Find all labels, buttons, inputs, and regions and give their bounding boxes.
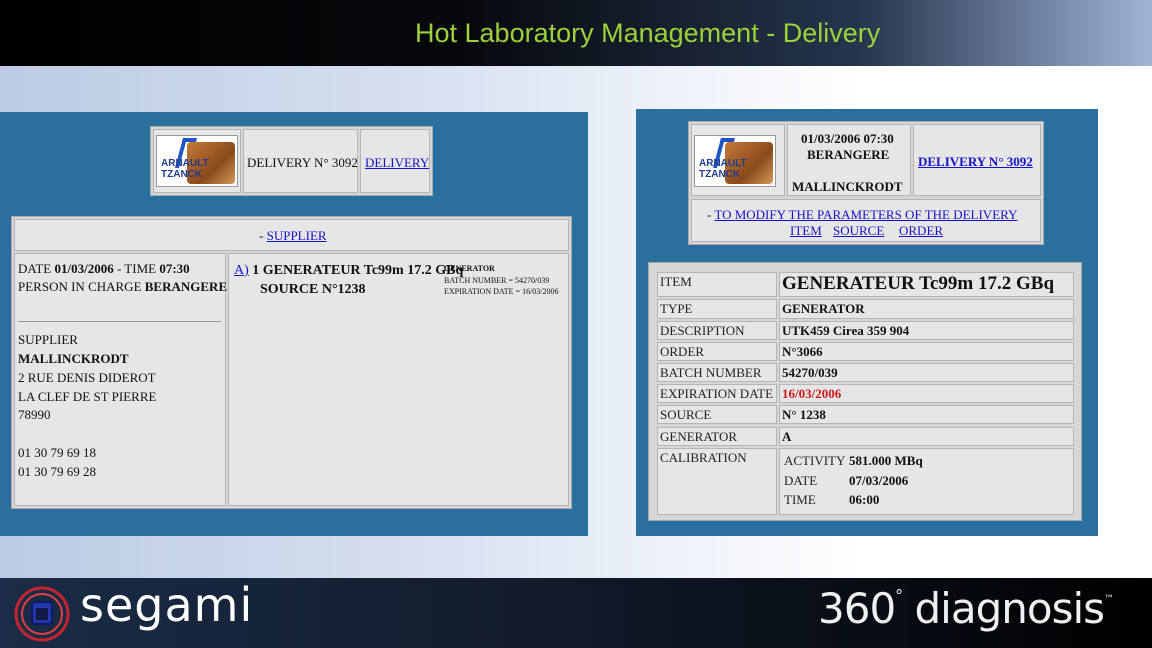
detail-label: SOURCE xyxy=(660,407,712,422)
detail-label: CALIBRATION xyxy=(660,450,747,465)
segami-brand-text: segami xyxy=(80,578,254,632)
supplier-address-1: 2 RUE DENIS DIDEROT xyxy=(18,370,156,385)
item-type-tag: GENERATOR xyxy=(444,264,495,273)
segami-logo-icon xyxy=(14,586,70,642)
detail-label: ITEM xyxy=(660,274,692,289)
supplier-bar-text: - SUPPLIER xyxy=(259,228,327,243)
logo-text-line1: ARNAULT xyxy=(699,158,747,169)
detail-value-cell xyxy=(779,427,1074,446)
modify-bar-text: - TO MODIFY THE PARAMETERS OF THE DELIVE… xyxy=(707,207,1018,222)
supplier-label: SUPPLIER xyxy=(18,332,78,347)
supplier-phone-1: 01 30 79 69 18 xyxy=(18,445,96,460)
calibration-time-value: 06:00 xyxy=(849,492,880,507)
supplier-name: MALLINCKRODT xyxy=(18,351,129,366)
supplier-address-2: LA CLEF DE ST PIERRE xyxy=(18,389,157,404)
page-title: Hot Laboratory Management - Delivery xyxy=(415,18,881,48)
delivery-number: DELIVERY N° 3092 xyxy=(247,155,358,170)
detail-value: 16/03/2006 xyxy=(782,386,842,401)
delivery-link[interactable]: DELIVERY xyxy=(365,154,429,171)
item-batch-number: BATCH NUMBER = 54270/039 xyxy=(444,276,550,285)
arnault-tzanck-logo: ARNAULT TZANCK xyxy=(156,135,238,187)
item-expiration: EXPIRATION DATE = 16/03/2006 xyxy=(444,287,559,296)
item-a-link[interactable]: A) xyxy=(234,263,249,278)
detail-value: N° 1238 xyxy=(782,407,826,422)
delivery-date-time: DATE 01/03/2006 - TIME 07:30 xyxy=(18,261,190,276)
detail-value: A xyxy=(782,429,792,444)
right-delivery-link[interactable]: DELIVERY N° 3092 xyxy=(918,153,1033,170)
delivery-person: BERANGERE xyxy=(807,147,890,162)
calibration-time-label: TIME xyxy=(784,492,816,507)
detail-value: GENERATOR xyxy=(782,301,865,316)
supplier-link[interactable]: SUPPLIER xyxy=(267,228,327,243)
detail-value: N°3066 xyxy=(782,344,823,359)
detail-label: ORDER xyxy=(660,344,705,359)
detail-value-cell xyxy=(779,342,1074,361)
supplier-zip: 78990 xyxy=(18,407,51,422)
detail-label: DESCRIPTION xyxy=(660,323,745,338)
detail-value: GENERATEUR Tc99m 17.2 GBq xyxy=(782,273,1055,294)
logo-text-line2: TZANCK xyxy=(161,169,203,180)
supplier-phone-2: 01 30 79 69 28 xyxy=(18,464,96,479)
person-in-charge: PERSON IN CHARGE BERANGERE xyxy=(18,279,228,294)
detail-label: TYPE xyxy=(660,301,693,316)
item-source: SOURCE N°1238 xyxy=(260,282,366,297)
arnault-tzanck-logo-right: ARNAULT TZANCK xyxy=(694,135,776,187)
detail-value: 54270/039 xyxy=(782,365,838,380)
diagnosis-brand: 360° diagnosis™ xyxy=(818,584,1114,633)
detail-label: BATCH NUMBER xyxy=(660,365,762,380)
item-line-1: A) 1 GENERATEUR Tc99m 17.2 GBq xyxy=(234,263,464,278)
tab-item[interactable]: ITEM xyxy=(790,222,822,239)
calibration-date-label: DATE xyxy=(784,473,818,488)
tab-order[interactable]: ORDER xyxy=(899,222,943,239)
detail-value: UTK459 Cirea 359 904 xyxy=(782,323,910,338)
detail-label: EXPIRATION DATE xyxy=(660,386,774,401)
calibration-date-value: 07/03/2006 xyxy=(849,473,909,488)
delivery-datetime: 01/03/2006 07:30 xyxy=(801,131,894,146)
info-divider xyxy=(18,321,221,322)
tab-source[interactable]: SOURCE xyxy=(833,222,884,239)
delivery-supplier: MALLINCKRODT xyxy=(792,179,903,194)
modify-parameters-link[interactable]: TO MODIFY THE PARAMETERS OF THE DELIVERY xyxy=(714,207,1017,222)
logo-text-line2: TZANCK xyxy=(699,169,741,180)
detail-label: GENERATOR xyxy=(660,429,738,444)
calibration-activity-value: 581.000 MBq xyxy=(849,453,923,468)
calibration-activity-label: ACTIVITY xyxy=(784,453,846,468)
logo-text-line1: ARNAULT xyxy=(161,158,209,169)
